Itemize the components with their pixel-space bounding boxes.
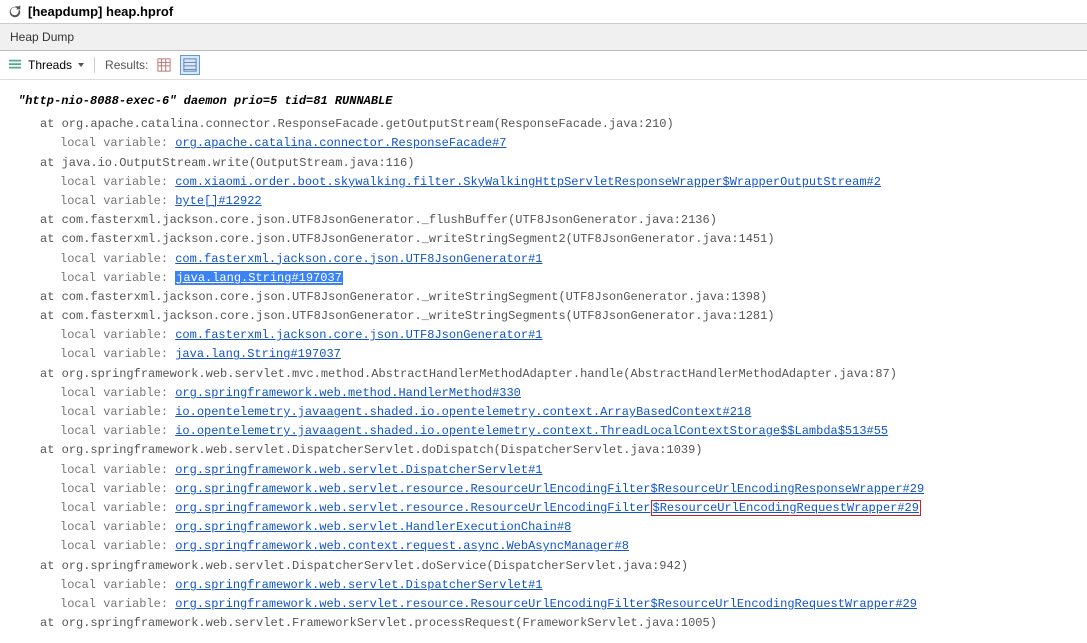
local-variable: local variable: org.springframework.web.… bbox=[18, 384, 1079, 403]
object-link[interactable]: org.apache.catalina.connector.ResponseFa… bbox=[175, 136, 506, 150]
local-label: local variable: bbox=[60, 347, 175, 361]
stack-frame: at java.io.OutputStream.write(OutputStre… bbox=[18, 154, 1079, 173]
object-link[interactable]: java.lang.String#197037 bbox=[175, 271, 343, 285]
list-icon[interactable] bbox=[8, 58, 22, 72]
local-variable: local variable: org.springframework.web.… bbox=[18, 480, 1079, 499]
local-label: local variable: bbox=[60, 424, 175, 438]
stack-frame: at com.fasterxml.jackson.core.json.UTF8J… bbox=[18, 307, 1079, 326]
local-variable: local variable: org.springframework.web.… bbox=[18, 518, 1079, 537]
object-link[interactable]: io.opentelemetry.javaagent.shaded.io.ope… bbox=[175, 424, 888, 438]
local-label: local variable: bbox=[60, 463, 175, 477]
toolbar: Threads Results: bbox=[0, 51, 1087, 80]
window-titlebar: [heapdump] heap.hprof bbox=[0, 0, 1087, 24]
stack-frame: at com.fasterxml.jackson.core.json.UTF8J… bbox=[18, 288, 1079, 307]
object-link[interactable]: org.springframework.web.servlet.resource… bbox=[175, 597, 917, 611]
local-label: local variable: bbox=[60, 520, 175, 534]
local-label: local variable: bbox=[60, 597, 175, 611]
frames-container: at org.apache.catalina.connector.Respons… bbox=[18, 115, 1079, 633]
thread-header: "http-nio-8088-exec-6" daemon prio=5 tid… bbox=[18, 92, 1079, 111]
stack-frame: at com.fasterxml.jackson.core.json.UTF8J… bbox=[18, 230, 1079, 249]
local-variable: local variable: org.springframework.web.… bbox=[18, 595, 1079, 614]
title-filename: heap.hprof bbox=[106, 4, 173, 19]
stack-content: "http-nio-8088-exec-6" daemon prio=5 tid… bbox=[0, 80, 1087, 641]
object-link[interactable]: io.opentelemetry.javaagent.shaded.io.ope… bbox=[175, 405, 751, 419]
local-label: local variable: bbox=[60, 194, 175, 208]
tab-bar: Heap Dump bbox=[0, 24, 1087, 51]
stack-frame: at org.springframework.web.servlet.mvc.m… bbox=[18, 365, 1079, 384]
local-label: local variable: bbox=[60, 501, 175, 515]
local-variable: local variable: java.lang.String#197037 bbox=[18, 345, 1079, 364]
local-variable: local variable: io.opentelemetry.javaage… bbox=[18, 403, 1079, 422]
chevron-down-icon bbox=[78, 63, 84, 67]
local-label: local variable: bbox=[60, 271, 175, 285]
local-label: local variable: bbox=[60, 136, 175, 150]
local-variable: local variable: org.springframework.web.… bbox=[18, 576, 1079, 595]
local-variable: local variable: java.lang.String#197037 bbox=[18, 269, 1079, 288]
local-label: local variable: bbox=[60, 578, 175, 592]
object-link[interactable]: org.springframework.web.servlet.Dispatch… bbox=[175, 463, 542, 477]
stack-frame: at org.springframework.web.servlet.Dispa… bbox=[18, 557, 1079, 576]
results-label: Results: bbox=[105, 58, 148, 72]
local-label: local variable: bbox=[60, 175, 175, 189]
local-variable: local variable: org.springframework.web.… bbox=[18, 461, 1079, 480]
threads-dropdown[interactable]: Threads bbox=[28, 58, 84, 72]
local-variable: local variable: com.fasterxml.jackson.co… bbox=[18, 250, 1079, 269]
object-link[interactable]: org.springframework.web.servlet.resource… bbox=[175, 501, 650, 515]
local-variable: local variable: org.springframework.web.… bbox=[18, 537, 1079, 556]
view-list-button[interactable] bbox=[180, 55, 200, 75]
object-link[interactable]: com.fasterxml.jackson.core.json.UTF8Json… bbox=[175, 328, 542, 342]
title-prefix: [heapdump] bbox=[28, 4, 102, 19]
local-label: local variable: bbox=[60, 386, 175, 400]
local-variable: local variable: byte[]#12922 bbox=[18, 192, 1079, 211]
stack-frame: at org.springframework.web.servlet.Frame… bbox=[18, 614, 1079, 633]
separator bbox=[94, 57, 95, 73]
object-link[interactable]: java.lang.String#197037 bbox=[175, 347, 341, 361]
object-link-highlighted[interactable]: $ResourceUrlEncodingRequestWrapper#29 bbox=[651, 500, 921, 516]
local-label: local variable: bbox=[60, 539, 175, 553]
object-link[interactable]: org.springframework.web.context.request.… bbox=[175, 539, 629, 553]
local-variable: local variable: io.opentelemetry.javaage… bbox=[18, 422, 1079, 441]
object-link[interactable]: org.springframework.web.servlet.HandlerE… bbox=[175, 520, 571, 534]
refresh-icon bbox=[8, 5, 22, 19]
stack-frame: at com.fasterxml.jackson.core.json.UTF8J… bbox=[18, 211, 1079, 230]
local-label: local variable: bbox=[60, 252, 175, 266]
threads-label: Threads bbox=[28, 58, 72, 72]
object-link[interactable]: com.fasterxml.jackson.core.json.UTF8Json… bbox=[175, 252, 542, 266]
local-label: local variable: bbox=[60, 328, 175, 342]
local-variable: local variable: org.apache.catalina.conn… bbox=[18, 134, 1079, 153]
stack-frame: at org.apache.catalina.connector.Respons… bbox=[18, 115, 1079, 134]
view-table-button[interactable] bbox=[154, 55, 174, 75]
stack-frame: at org.springframework.web.servlet.Dispa… bbox=[18, 441, 1079, 460]
local-variable: local variable: com.fasterxml.jackson.co… bbox=[18, 326, 1079, 345]
local-variable: local variable: com.xiaomi.order.boot.sk… bbox=[18, 173, 1079, 192]
local-label: local variable: bbox=[60, 405, 175, 419]
object-link[interactable]: com.xiaomi.order.boot.skywalking.filter.… bbox=[175, 175, 881, 189]
object-link[interactable]: byte[]#12922 bbox=[175, 194, 261, 208]
tab-heap-dump[interactable]: Heap Dump bbox=[10, 30, 74, 44]
local-variable: local variable: org.springframework.web.… bbox=[18, 499, 1079, 518]
object-link[interactable]: org.springframework.web.servlet.resource… bbox=[175, 482, 924, 496]
object-link[interactable]: org.springframework.web.servlet.Dispatch… bbox=[175, 578, 542, 592]
object-link[interactable]: org.springframework.web.method.HandlerMe… bbox=[175, 386, 521, 400]
local-label: local variable: bbox=[60, 482, 175, 496]
